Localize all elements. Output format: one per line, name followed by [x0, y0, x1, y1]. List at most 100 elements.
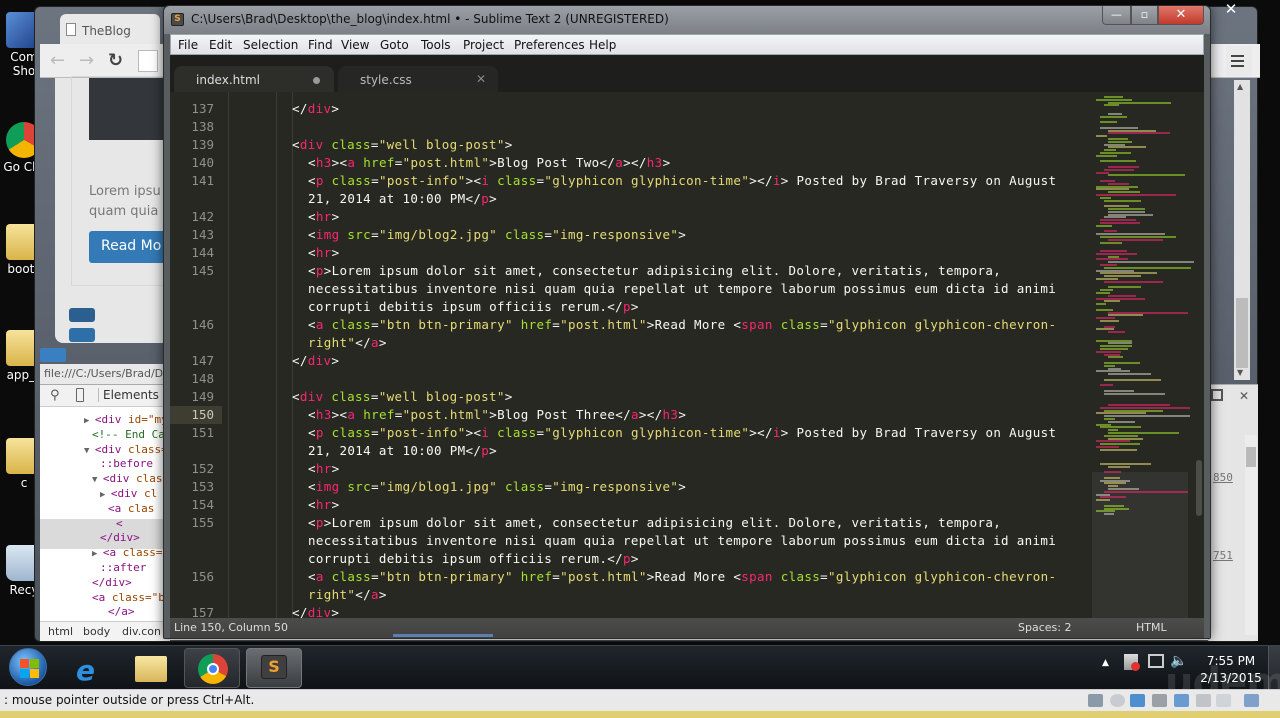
style-line-link[interactable]: 850 — [1213, 471, 1233, 484]
dom-node[interactable]: <a clas — [108, 502, 154, 517]
collapse-arrow-icon[interactable]: ▼ — [92, 475, 103, 485]
chrome-vertical-scrollbar[interactable]: ▲ ▼ — [1234, 80, 1250, 380]
expand-arrow-icon[interactable]: ▶ — [100, 490, 111, 500]
start-button[interactable] — [9, 648, 47, 686]
breadcrumb-body[interactable]: body — [83, 625, 110, 638]
string-token: right" — [308, 587, 356, 602]
dom-node[interactable]: </a> — [108, 605, 135, 620]
menu-project[interactable]: Project — [463, 38, 504, 52]
menu-find[interactable]: Find — [308, 38, 333, 52]
syntax-setting[interactable]: HTML — [1136, 621, 1167, 634]
tab-elements[interactable]: Elements — [98, 388, 159, 402]
menu-edit[interactable]: Edit — [209, 38, 232, 52]
editor-scrollbar-thumb[interactable] — [1196, 460, 1202, 516]
text-token: >Lorem ipsum dolor sit amet, consectetur… — [323, 515, 1002, 530]
minimize-button[interactable]: — — [1102, 6, 1131, 25]
vm-notification-strip — [0, 711, 1280, 718]
text-token: = — [394, 155, 403, 170]
status-bar: Line 150, Column 50 Spaces: 2 HTML — [170, 618, 1204, 638]
scroll-up-arrow-icon[interactable]: ▲ — [1237, 82, 1243, 91]
printer-icon[interactable] — [1152, 694, 1167, 707]
back-arrow-icon[interactable]: ← — [50, 50, 65, 71]
dom-node[interactable]: <a class="b — [92, 591, 165, 606]
taskbar-sublime-text[interactable]: S — [246, 648, 302, 688]
read-more-button[interactable]: Read Mo — [89, 231, 169, 263]
scrollbar-thumb[interactable] — [1236, 298, 1248, 368]
page-icon — [66, 23, 76, 36]
dock-icon[interactable] — [1211, 389, 1223, 401]
text-token: < — [292, 389, 300, 404]
indentation-setting[interactable]: Spaces: 2 — [1018, 621, 1071, 634]
dom-node[interactable]: </div> — [92, 576, 132, 591]
dom-node[interactable]: </div> — [100, 531, 140, 546]
editor-horizontal-scrollbar[interactable] — [393, 634, 493, 637]
node-attribute: clas — [129, 472, 163, 486]
dom-node[interactable]: <!-- End Ca — [92, 428, 165, 443]
collapse-arrow-icon[interactable]: ▼ — [84, 446, 95, 456]
forward-arrow-icon[interactable]: → — [79, 50, 94, 71]
dom-node[interactable]: ::before — [100, 457, 153, 472]
pager-button[interactable] — [69, 308, 95, 322]
chrome-close-icon[interactable]: ✕ — [1210, 0, 1252, 20]
menu-selection[interactable]: Selection — [243, 38, 298, 52]
code-area[interactable]: </div> <div class="well blog-post"> <h3><a… — [170, 92, 1090, 618]
menu-tools[interactable]: Tools — [421, 38, 451, 52]
dom-node[interactable]: ▼ <div class= — [84, 443, 168, 459]
chrome-tab[interactable]: TheBlog — [60, 14, 160, 44]
taskbar-google-chrome[interactable] — [184, 648, 240, 688]
message-icon[interactable] — [1244, 694, 1259, 707]
menu-goto[interactable]: Goto — [380, 38, 409, 52]
maximize-button[interactable]: ▫ — [1131, 6, 1158, 25]
network-adapter-icon[interactable] — [1130, 694, 1145, 707]
modified-dot-icon[interactable] — [313, 77, 320, 84]
text-token: >< — [331, 407, 348, 422]
chrome-menu-button[interactable] — [1226, 46, 1252, 76]
reload-icon[interactable]: ↻ — [108, 50, 123, 71]
menu-view[interactable]: View — [341, 38, 369, 52]
omnibox[interactable] — [138, 50, 158, 72]
camera-icon[interactable] — [1196, 694, 1211, 707]
network-icon[interactable] — [1148, 654, 1164, 668]
device-mode-icon[interactable] — [76, 388, 84, 402]
tab-close-icon[interactable]: ✕ — [476, 72, 486, 86]
expand-arrow-icon[interactable]: ▶ — [92, 549, 103, 559]
expand-arrow-icon[interactable]: ▶ — [84, 416, 95, 426]
tab-index-html[interactable]: index.html — [174, 66, 334, 92]
sublime-window: S C:\Users\Brad\Desktop\the_blog\index.h… — [163, 5, 1211, 639]
dom-node[interactable]: < — [116, 517, 123, 532]
taskbar-file-explorer[interactable] — [123, 648, 179, 688]
style-line-link[interactable]: 751 — [1213, 549, 1233, 562]
tab-style-css[interactable]: style.css ✕ — [338, 66, 498, 92]
audio-icon[interactable] — [1174, 694, 1189, 707]
dom-node[interactable]: ▶ <a class= — [92, 546, 162, 562]
pager-button[interactable] — [69, 328, 95, 342]
elements-tree[interactable]: ▶ <div id="my <!-- End Ca ▼ <div class=::b… — [40, 407, 170, 621]
show-hidden-icons-icon[interactable]: ▲ — [1102, 658, 1109, 668]
menu-preferences[interactable]: Preferences — [514, 38, 585, 52]
minimap-line — [1100, 384, 1113, 387]
taskbar-internet-explorer[interactable]: e — [62, 648, 118, 688]
text-token: < — [308, 317, 316, 332]
close-button[interactable]: ✕ — [1158, 6, 1204, 25]
usb-icon[interactable] — [1216, 694, 1231, 707]
search-icon[interactable]: ⚲ — [50, 388, 60, 403]
code-editor[interactable]: 137 138 139 140 141 142 143 144 145 146 147 148 149 1… — [170, 92, 1204, 618]
node-tag: <div — [110, 487, 138, 500]
menu-file[interactable]: File — [178, 38, 198, 52]
menu-help[interactable]: Help — [589, 38, 616, 52]
text-token: = — [370, 389, 379, 404]
minimap[interactable] — [1090, 92, 1194, 618]
scroll-down-arrow-icon[interactable]: ▼ — [1237, 368, 1243, 377]
dom-node[interactable]: ▼ <div clas — [92, 472, 162, 488]
dom-node[interactable]: ::after — [100, 561, 146, 576]
devtools-scrollbar-thumb[interactable] — [1246, 447, 1256, 467]
dom-node[interactable]: ▶ <div cl — [100, 487, 157, 503]
hard-disk-icon[interactable] — [1088, 694, 1103, 707]
devtools-close-icon[interactable]: ✕ — [1239, 389, 1249, 403]
dom-node[interactable]: ▶ <div id="my — [84, 413, 168, 429]
optical-drive-icon[interactable] — [1110, 694, 1125, 707]
breadcrumb-div[interactable]: div.con — [122, 625, 161, 638]
tag-token: h3 — [662, 407, 679, 422]
breadcrumb-html[interactable]: html — [48, 625, 73, 638]
